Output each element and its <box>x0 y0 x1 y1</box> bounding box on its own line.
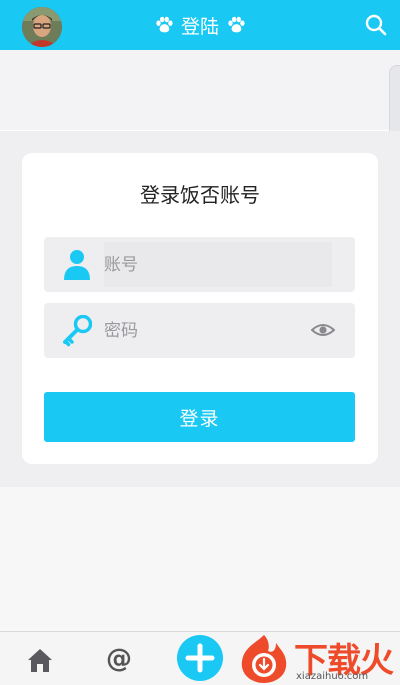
search-icon[interactable] <box>364 13 388 37</box>
account-field[interactable] <box>44 237 355 292</box>
login-card-title: 登录饭否账号 <box>140 183 260 207</box>
password-field[interactable] <box>44 303 355 358</box>
plus-icon <box>185 643 215 673</box>
password-input[interactable] <box>104 308 332 353</box>
bottom-spacer <box>0 487 400 631</box>
compose-button[interactable] <box>177 635 223 681</box>
login-button[interactable]: 登录 <box>44 392 355 442</box>
home-icon[interactable] <box>26 646 54 674</box>
paw-icon <box>156 16 173 33</box>
person-icon <box>64 250 90 280</box>
login-card: 登录饭否账号 登录 <box>22 153 378 464</box>
top-app-bar: 登陆 <box>0 0 400 50</box>
key-icon <box>63 315 92 347</box>
mention-icon[interactable]: @ <box>106 644 132 674</box>
account-input[interactable] <box>104 242 332 287</box>
top-spacer <box>0 50 400 130</box>
eye-icon[interactable] <box>311 321 335 339</box>
paw-icon <box>228 16 245 33</box>
page-title: 登陆 <box>180 15 219 38</box>
watermark-url: xiazaihuo.com <box>296 671 369 682</box>
watermark: 下载火 xiazaihuo.com <box>236 633 400 685</box>
flame-logo-icon <box>241 635 287 683</box>
